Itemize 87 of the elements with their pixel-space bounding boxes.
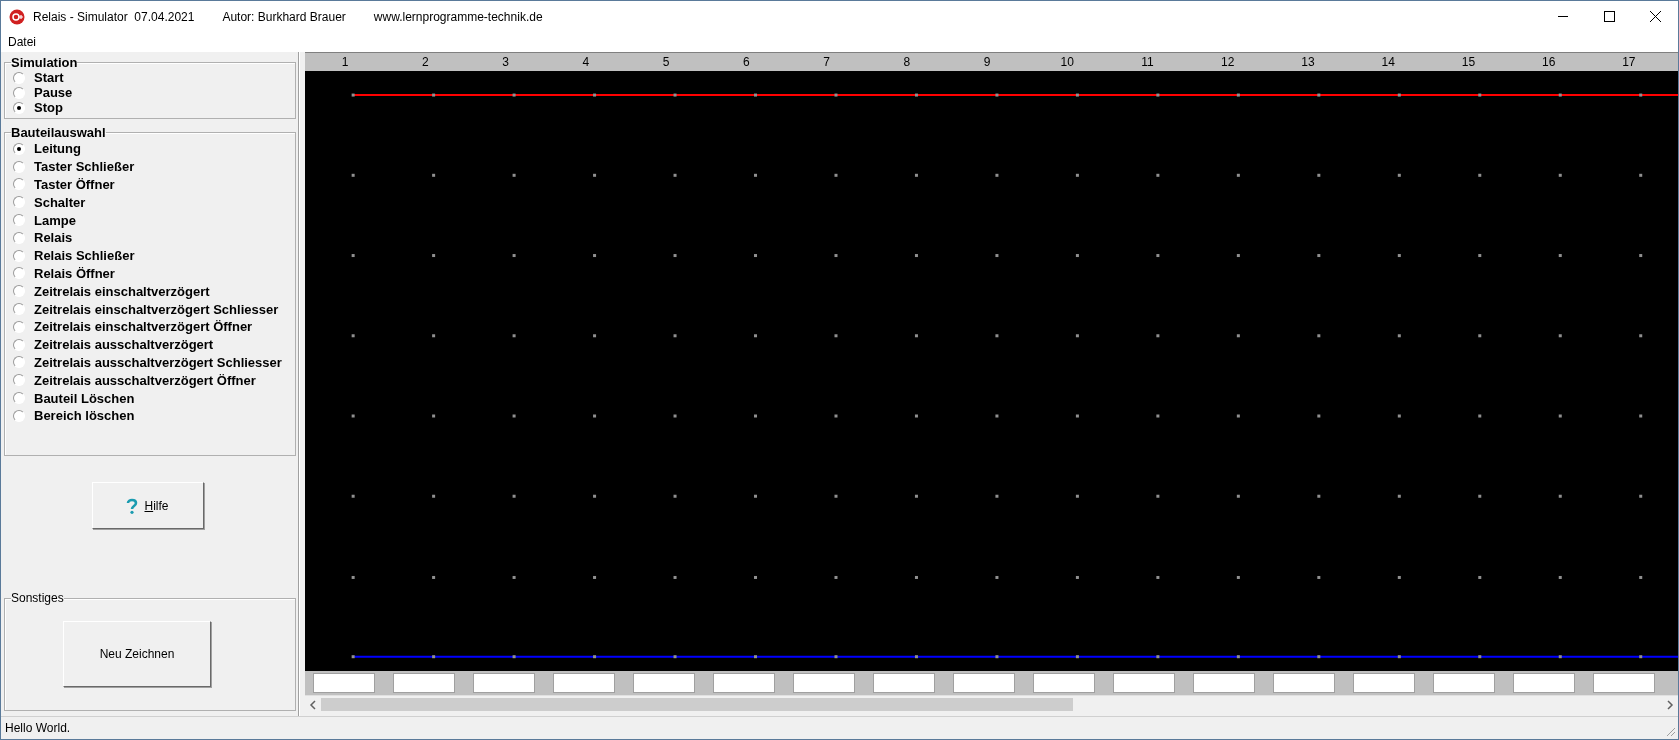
radio-option[interactable]: Relais Schließer (13, 246, 295, 265)
radio-button[interactable] (13, 356, 25, 369)
radio-option[interactable]: Zeitrelais ausschaltverzögert (13, 335, 295, 354)
radio-button[interactable] (13, 178, 25, 191)
radio-button[interactable] (13, 267, 25, 280)
column-number: 13 (1300, 54, 1316, 71)
input-field[interactable] (393, 673, 455, 693)
radio-button[interactable] (13, 285, 25, 298)
radio-option[interactable]: Stop (13, 100, 295, 115)
question-icon (126, 497, 139, 514)
radio-option[interactable]: Bereich löschen (13, 406, 295, 425)
radio-button[interactable] (13, 142, 25, 155)
input-field[interactable] (1193, 673, 1255, 693)
window-title: Relais - Simulator 07.04.2021 (33, 9, 195, 24)
input-field[interactable] (553, 673, 615, 693)
column-number: 15 (1460, 54, 1477, 71)
radio-button[interactable] (13, 303, 25, 316)
help-button[interactable]: Hilfe (91, 482, 204, 529)
group-title: Bauteilauswahl (11, 125, 106, 140)
column-number: 6 (741, 54, 751, 71)
column-number: 1 (340, 54, 350, 71)
radio-option[interactable]: Zeitrelais einschaltverzögert Öffner (13, 317, 295, 336)
column-number: 10 (1059, 54, 1075, 71)
input-field[interactable] (473, 673, 535, 693)
input-field[interactable] (313, 673, 375, 693)
radio-button[interactable] (13, 231, 25, 244)
column-number: 8 (902, 54, 912, 71)
input-field[interactable] (1433, 673, 1495, 693)
radio-button[interactable] (13, 374, 25, 387)
radio-button[interactable] (13, 214, 25, 227)
redraw-button[interactable]: Neu Zeichnen (63, 621, 211, 687)
radio-option[interactable]: Zeitrelais einschaltverzögert Schliesser (13, 300, 295, 318)
radio-option[interactable]: Zeitrelais ausschaltverzögert Schliesser (13, 353, 295, 372)
column-number: 4 (581, 54, 591, 71)
radio-option[interactable]: Pause (13, 85, 295, 100)
menu-item[interactable]: Datei (1, 35, 43, 49)
radio-option[interactable]: Start (13, 70, 295, 85)
radio-option[interactable]: Bauteil Löschen (13, 389, 295, 407)
radio-option[interactable]: Taster Öffner (13, 175, 295, 194)
input-field[interactable] (1033, 673, 1095, 693)
input-field[interactable] (1113, 673, 1175, 693)
column-number: 14 (1380, 54, 1396, 71)
app-icon (9, 8, 25, 25)
radio-option[interactable]: Zeitrelais einschaltverzögert (13, 282, 295, 301)
radio-button[interactable] (13, 86, 25, 99)
radio-option[interactable]: Lampe (13, 211, 295, 229)
horizontal-scrollbar[interactable] (305, 695, 1678, 713)
radio-option[interactable]: Schalter (13, 193, 295, 212)
input-field[interactable] (1513, 673, 1575, 693)
radio-button[interactable] (13, 101, 25, 114)
radio-button[interactable] (13, 409, 25, 422)
column-number: 7 (822, 54, 831, 71)
column-number: 3 (501, 54, 510, 71)
radio-option[interactable]: Taster Schließer (13, 157, 295, 176)
column-number: 16 (1540, 54, 1557, 71)
radio-button[interactable] (13, 338, 25, 351)
radio-button[interactable] (13, 320, 25, 333)
group-title: Simulation (11, 55, 78, 70)
scroll-thumb[interactable] (321, 698, 1073, 711)
column-number: 11 (1140, 54, 1155, 71)
website-text: www.lernprogramme-technik.de (373, 9, 543, 24)
author-text: Autor: Burkhard Brauer (222, 9, 346, 24)
column-number: 12 (1220, 54, 1236, 71)
input-field[interactable] (1273, 673, 1335, 693)
input-field[interactable] (1593, 673, 1655, 693)
input-field[interactable] (793, 673, 855, 693)
column-number: 17 (1621, 54, 1637, 71)
input-field[interactable] (953, 673, 1015, 693)
column-number: 5 (661, 54, 671, 71)
radio-button[interactable] (13, 160, 25, 173)
group-title: Sonstiges (11, 591, 64, 605)
column-number: 2 (421, 54, 430, 71)
input-field[interactable] (873, 673, 935, 693)
radio-option[interactable]: Relais Öffner (13, 264, 295, 283)
column-number: 9 (982, 54, 992, 71)
input-field[interactable] (633, 673, 695, 693)
radio-button[interactable] (13, 392, 25, 405)
radio-option[interactable]: Leitung (13, 140, 295, 158)
radio-button[interactable] (13, 71, 25, 84)
input-field[interactable] (713, 673, 775, 693)
radio-button[interactable] (13, 196, 25, 209)
resize-grip-icon[interactable] (1664, 725, 1676, 737)
radio-button[interactable] (13, 249, 25, 262)
input-field[interactable] (1353, 673, 1415, 693)
status-text: Hello World. (5, 721, 71, 735)
radio-option[interactable]: Relais (13, 229, 295, 247)
radio-option[interactable]: Zeitrelais ausschaltverzögert Öffner (13, 371, 295, 390)
